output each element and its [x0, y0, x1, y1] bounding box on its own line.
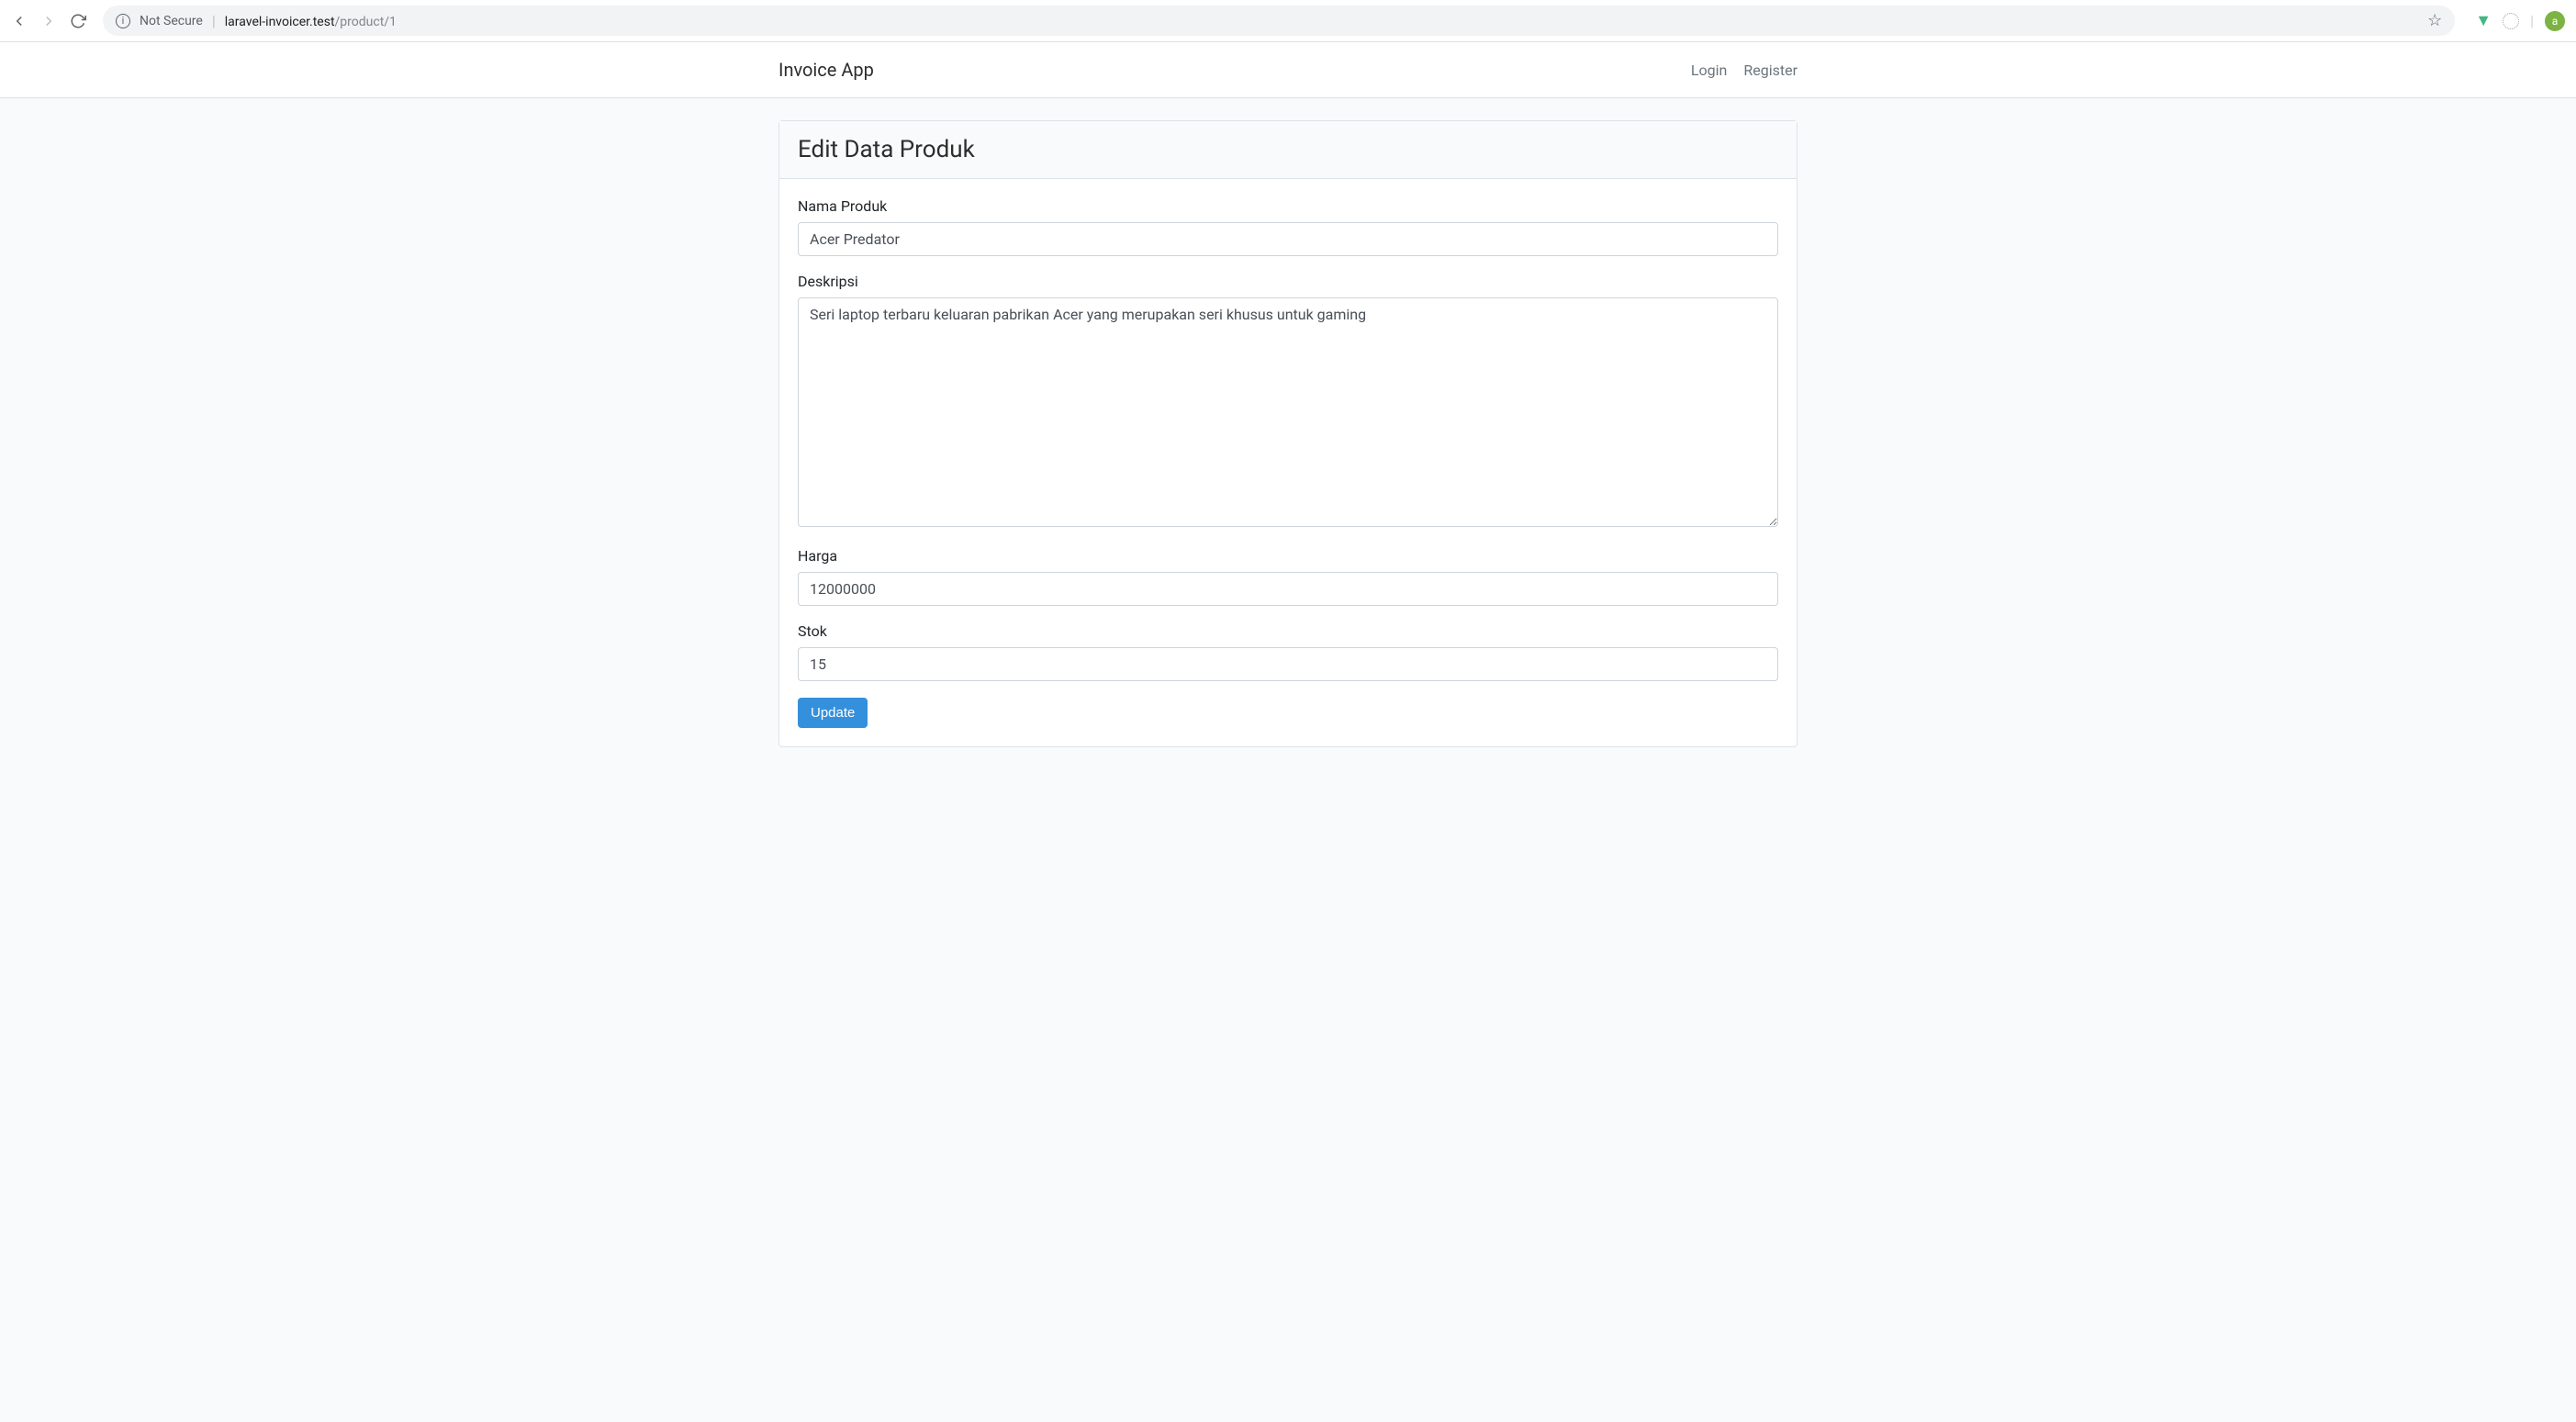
product-stock-label: Stok: [798, 622, 1778, 640]
reload-button[interactable]: [70, 13, 86, 29]
arrow-left-icon: [11, 13, 28, 29]
update-button[interactable]: Update: [798, 698, 868, 728]
product-name-input[interactable]: [798, 222, 1778, 256]
login-link[interactable]: Login: [1691, 62, 1727, 79]
app-navbar: Invoice App Login Register: [0, 42, 2576, 98]
product-stock-input[interactable]: [798, 647, 1778, 681]
browser-toolbar: i Not Secure | laravel-invoicer.test/pro…: [0, 0, 2576, 42]
nav-links: Login Register: [1691, 62, 1798, 79]
extension-icons: ▼ | a: [2475, 11, 2565, 31]
card-body: Nama Produk Deskripsi Seri laptop terbar…: [779, 179, 1797, 746]
security-status: Not Secure: [140, 14, 203, 28]
forward-button[interactable]: [40, 13, 57, 29]
bookmark-button[interactable]: ☆: [2427, 11, 2442, 30]
reload-icon: [70, 13, 86, 29]
vue-devtools-icon[interactable]: ▼: [2475, 11, 2492, 30]
product-price-label: Harga: [798, 547, 1778, 565]
page-background: Edit Data Produk Nama Produk Deskripsi S…: [0, 98, 2576, 1422]
nav-arrows-group: [11, 13, 86, 29]
extension-icon[interactable]: [2503, 13, 2519, 29]
url-divider: |: [212, 12, 216, 29]
product-description-input[interactable]: Seri laptop terbaru keluaran pabrikan Ac…: [798, 297, 1778, 527]
address-bar[interactable]: i Not Secure | laravel-invoicer.test/pro…: [103, 6, 2455, 36]
url-path: /product/1: [335, 15, 397, 29]
url-host: laravel-invoicer.test: [225, 15, 335, 29]
product-price-input[interactable]: [798, 572, 1778, 606]
product-name-label: Nama Produk: [798, 197, 1778, 215]
site-info-icon[interactable]: i: [116, 14, 130, 28]
arrow-right-icon: [40, 13, 57, 29]
page-title: Edit Data Produk: [798, 136, 1778, 163]
ext-divider: |: [2530, 12, 2534, 29]
card-header: Edit Data Produk: [779, 121, 1797, 179]
profile-avatar[interactable]: a: [2545, 11, 2565, 31]
product-description-label: Deskripsi: [798, 273, 1778, 290]
app-brand[interactable]: Invoice App: [778, 59, 874, 81]
url-text: laravel-invoicer.test/product/1: [225, 12, 397, 29]
register-link[interactable]: Register: [1743, 62, 1798, 79]
edit-product-card: Edit Data Produk Nama Produk Deskripsi S…: [778, 120, 1798, 747]
back-button[interactable]: [11, 13, 28, 29]
